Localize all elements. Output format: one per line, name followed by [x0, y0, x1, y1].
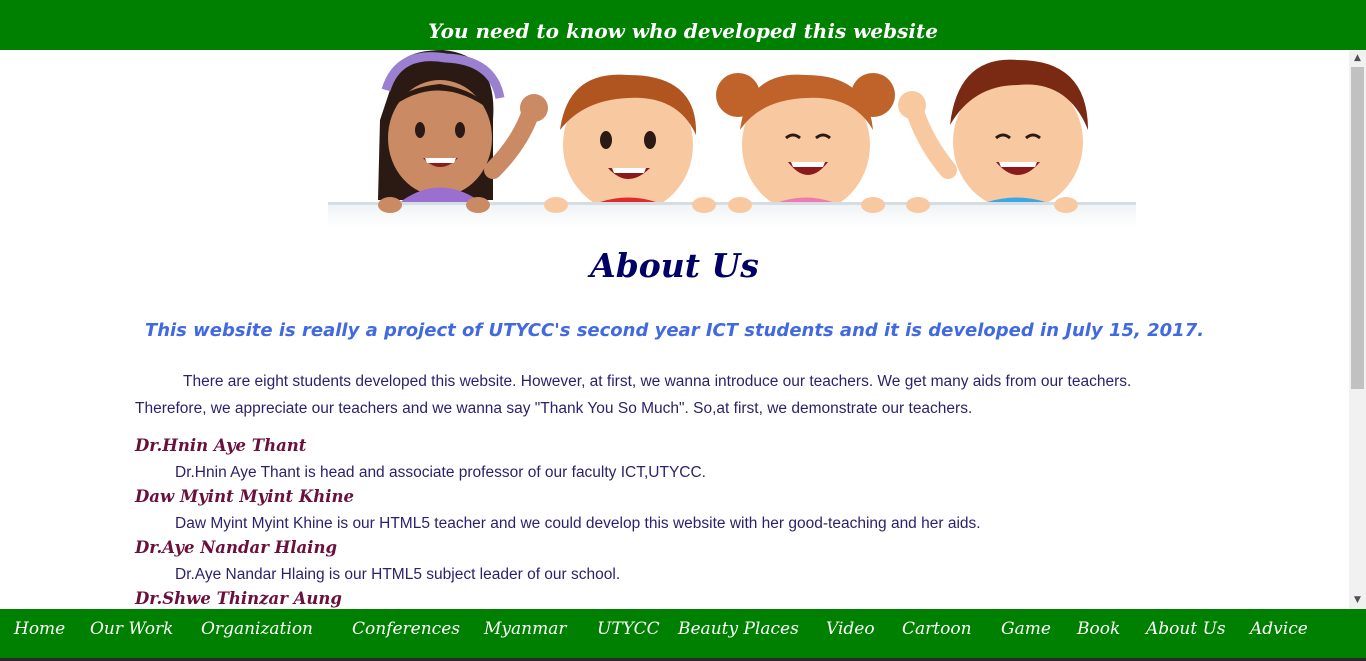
nav-myanmar[interactable]: Myanmar	[484, 619, 566, 639]
nav-utycc[interactable]: UTYCC	[597, 619, 660, 639]
nav-advice[interactable]: Advice	[1250, 619, 1308, 639]
intro-paragraph: There are eight students developed this …	[135, 373, 1132, 417]
teacher-description: Daw Myint Myint Khine is our HTML5 teach…	[175, 515, 981, 532]
nav-conferences[interactable]: Conferences	[352, 619, 460, 639]
page-title: About Us	[590, 246, 759, 285]
nav-our-work[interactable]: Our Work	[90, 619, 173, 639]
teacher-description: Dr.Hnin Aye Thant is head and associate …	[175, 464, 706, 481]
nav-cartoon[interactable]: Cartoon	[902, 619, 972, 639]
nav-organization[interactable]: Organization	[201, 619, 313, 639]
boy-center-left-figure	[560, 74, 697, 215]
triangle-up-icon[interactable]: ▲	[1349, 50, 1366, 67]
teacher-name: Dr.Aye Nandar Hlaing	[135, 538, 337, 557]
nav-video[interactable]: Video	[826, 619, 875, 639]
main-content: About Us This website is really a projec…	[0, 50, 1349, 609]
teacher-name: Dr.Shwe Thinzar Aung	[135, 589, 342, 608]
triangle-down-icon[interactable]: ▼	[1349, 592, 1366, 609]
teacher-name: Dr.Hnin Aye Thant	[135, 436, 307, 455]
bottom-navigation: Home Our Work Organization Conferences M…	[0, 609, 1366, 661]
kids-banner-image	[328, 50, 1136, 228]
girl-left-figure	[378, 50, 548, 210]
scrollbar-thumb[interactable]	[1351, 67, 1364, 389]
nav-home[interactable]: Home	[14, 619, 65, 639]
top-banner-text: You need to know who developed this webs…	[428, 19, 938, 43]
vertical-scrollbar[interactable]: ▲ ▼	[1349, 50, 1366, 609]
nav-game[interactable]: Game	[1001, 619, 1051, 639]
nav-about-us[interactable]: About Us	[1146, 619, 1226, 639]
teacher-name: Daw Myint Myint Khine	[135, 487, 355, 506]
nav-beauty-places[interactable]: Beauty Places	[678, 619, 799, 639]
girl-center-right-figure	[716, 73, 895, 215]
top-banner: You need to know who developed this webs…	[0, 0, 1366, 50]
project-subtitle: This website is really a project of UTYC…	[144, 320, 1205, 341]
nav-book[interactable]: Book	[1077, 619, 1120, 639]
teacher-description: Dr.Aye Nandar Hlaing is our HTML5 subjec…	[175, 566, 621, 583]
boy-right-figure	[898, 59, 1088, 215]
